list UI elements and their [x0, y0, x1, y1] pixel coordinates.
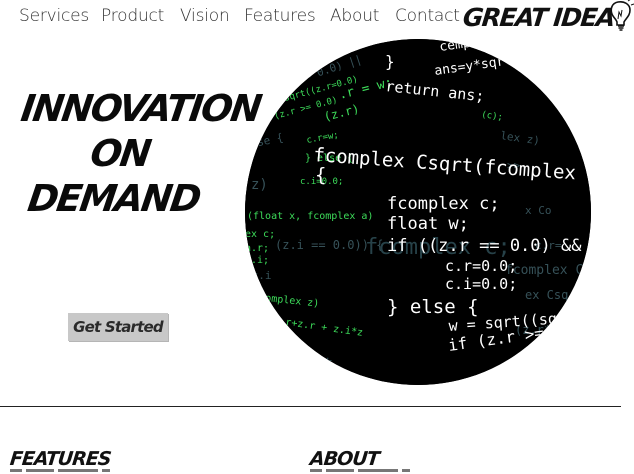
nav-item-features[interactable]: Features: [244, 6, 316, 26]
svg-text:z.i=: z.i=: [245, 328, 274, 342]
code-line-3: }: [385, 52, 395, 71]
code-line-10: c.r=0.0;: [445, 257, 517, 275]
hero-code-image: && (z.r == 0.0) || else { z) lex z) >> x…: [245, 39, 591, 385]
get-started-button[interactable]: Get Started: [68, 313, 168, 341]
code-line-8: float w;: [387, 214, 469, 234]
svg-text:a.i;: a.i;: [245, 255, 269, 266]
code-line-11: c.i=0.0;: [445, 275, 517, 293]
svg-text:(float x, fcomplex a): (float x, fcomplex a): [247, 211, 373, 222]
nav-item-services[interactable]: Services: [19, 6, 89, 26]
hero-title-line-2: ON: [87, 132, 153, 175]
nav-item-about[interactable]: About: [330, 6, 379, 26]
svg-text:fcomplex Co: fcomplex Co: [505, 263, 591, 278]
svg-text:ex Csq: ex Csq: [525, 288, 568, 302]
svg-text:z): z): [251, 177, 268, 193]
svg-text:*z.i: *z.i: [245, 269, 272, 282]
svg-text:x Co: x Co: [525, 204, 552, 217]
section-divider: [0, 406, 621, 407]
svg-text:ex c;: ex c;: [245, 229, 275, 240]
code-line-6: {: [315, 164, 326, 186]
about-text-cropped: [310, 466, 414, 474]
svg-text:a.r;: a.r;: [245, 243, 269, 254]
code-line-9: if ((z.r == 0.0) && (z.i == 0.0)) {: [387, 236, 591, 256]
code-line-12: } else {: [387, 296, 479, 318]
hero-title-line-1: INNOVATION: [18, 87, 263, 130]
code-image: && (z.r == 0.0) || else { z) lex z) >> x…: [245, 39, 591, 385]
lightbulb-icon: [610, 0, 634, 31]
nav-item-vision[interactable]: Vision: [180, 6, 230, 26]
features-text-cropped: [10, 466, 114, 474]
nav-item-product[interactable]: Product: [101, 6, 164, 26]
logo[interactable]: GREAT IDEA: [461, 0, 634, 34]
code-line-7: fcomplex c;: [387, 194, 500, 214]
hero-title: INNOVATION ON DEMAND: [6, 86, 263, 221]
nav-item-contact[interactable]: Contact: [395, 6, 460, 26]
top-nav: Services Product Vision Features About C…: [0, 0, 634, 36]
logo-text: GREAT IDEA: [461, 2, 616, 32]
hero-title-line-3: DEMAND: [25, 177, 203, 220]
svg-text:float: float: [285, 354, 333, 373]
